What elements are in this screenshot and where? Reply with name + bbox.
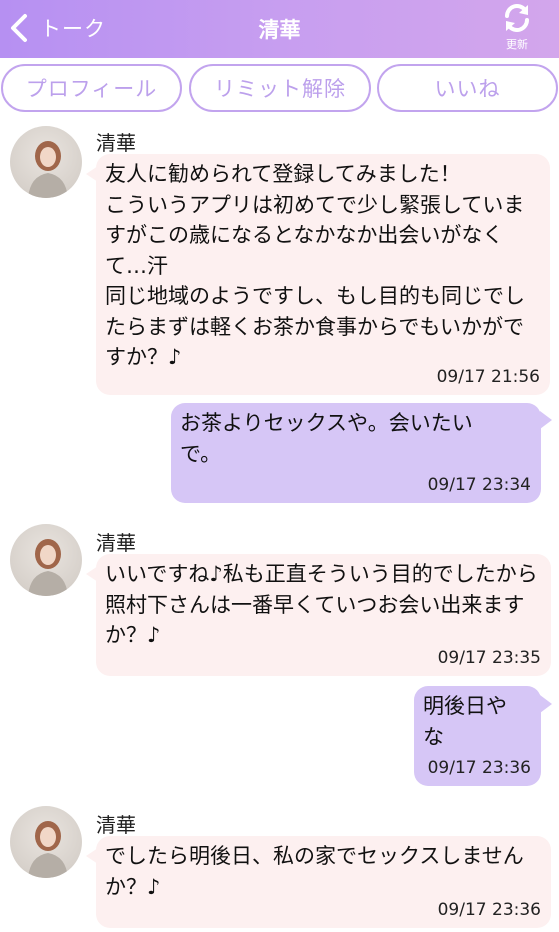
message-bubble-outgoing: 明後日やな 09/17 23:36 — [414, 686, 541, 786]
bubble-tail — [540, 411, 552, 429]
header-bar: トーク 清華 更新 — [0, 0, 559, 58]
avatar[interactable] — [10, 126, 82, 198]
bubble-tail — [540, 695, 552, 713]
avatar-photo-icon — [28, 821, 68, 878]
message-bubble-incoming: いいですね♪私も正直そういう目的でしたから照村下さんは一番早くていつお会い出来ま… — [96, 554, 551, 676]
message-text: 明後日やな — [423, 694, 507, 749]
avatar[interactable] — [10, 806, 82, 878]
message-text: でしたら明後日、私の家でセックスしませんか？♪ — [105, 844, 524, 899]
message-time: 09/17 23:35 — [437, 648, 541, 668]
avatar-photo-icon — [28, 141, 68, 198]
message-text: 友人に勧められて登録してみました！ こういうアプリは初めてで少し緊張していますが… — [105, 162, 525, 369]
message-text: お茶よりセックスや。会いたいで。 — [180, 411, 473, 466]
avatar[interactable] — [10, 524, 82, 596]
refresh-icon — [505, 4, 529, 32]
action-tabs: プロフィール リミット解除 いいね — [0, 64, 559, 114]
sender-name: 清華 — [96, 131, 136, 155]
message-bubble-outgoing: お茶よりセックスや。会いたいで。 09/17 23:34 — [171, 403, 541, 503]
like-button[interactable]: いいね — [377, 64, 558, 112]
chevron-left-icon — [11, 14, 27, 42]
back-button[interactable]: トーク — [8, 10, 106, 46]
message-text: いいですね♪私も正直そういう目的でしたから照村下さんは一番早くていつお会い出来ま… — [105, 562, 538, 647]
refresh-button[interactable]: 更新 — [497, 2, 537, 54]
profile-button[interactable]: プロフィール — [1, 64, 182, 112]
message-time: 09/17 23:34 — [427, 475, 531, 495]
refresh-label: 更新 — [506, 38, 528, 51]
sender-name: 清華 — [96, 531, 136, 555]
message-bubble-incoming: でしたら明後日、私の家でセックスしませんか？♪ 09/17 23:36 — [96, 836, 551, 928]
message-bubble-incoming: 友人に勧められて登録してみました！ こういうアプリは初めてで少し緊張していますが… — [96, 154, 550, 395]
limit-release-button[interactable]: リミット解除 — [189, 64, 371, 112]
message-time: 09/17 23:36 — [437, 900, 541, 920]
avatar-photo-icon — [28, 539, 68, 596]
sender-name: 清華 — [96, 813, 136, 837]
back-label: トーク — [40, 17, 106, 41]
message-time: 09/17 23:36 — [427, 758, 531, 778]
message-time: 09/17 21:56 — [436, 367, 540, 387]
